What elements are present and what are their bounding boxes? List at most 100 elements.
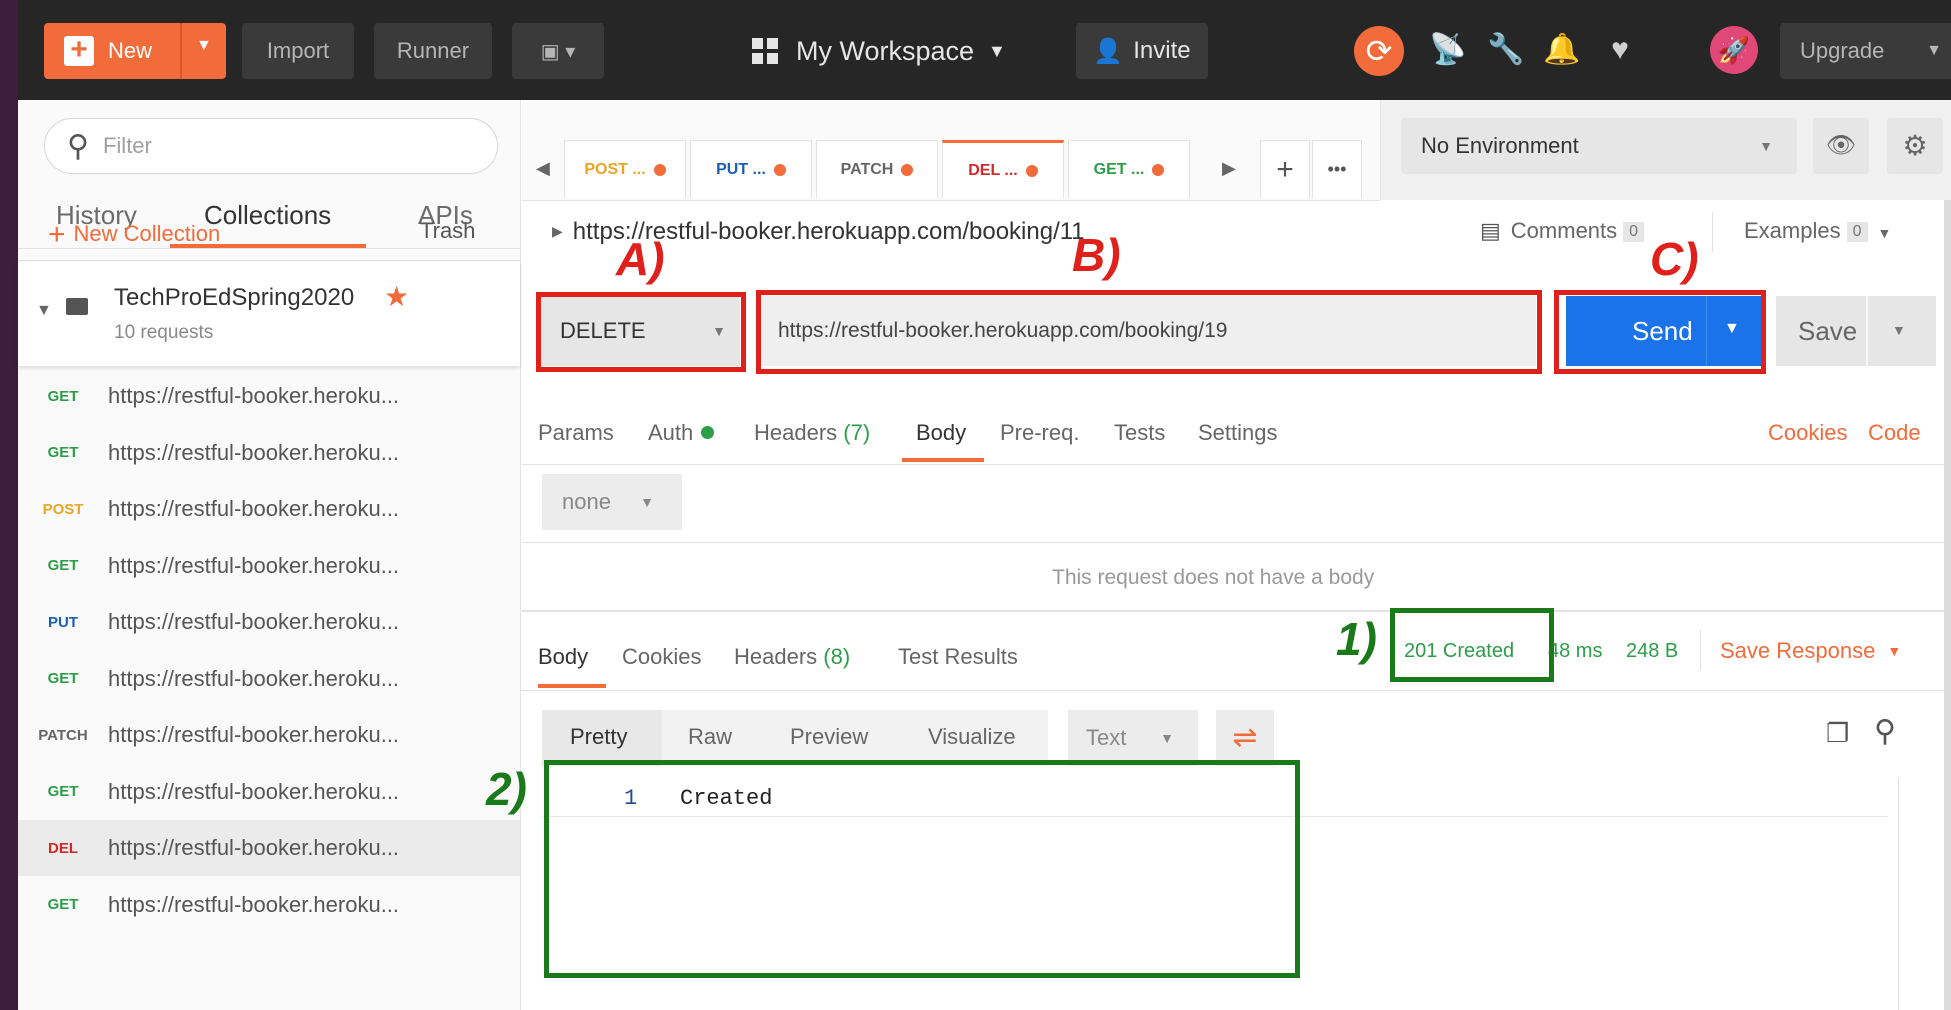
satellite-icon[interactable]: 📡 bbox=[1428, 30, 1468, 70]
heart-icon[interactable]: ♥ bbox=[1600, 30, 1640, 70]
star-icon[interactable]: ★ bbox=[384, 280, 409, 313]
body-type-label: none bbox=[562, 489, 611, 514]
sidebar-request-item[interactable]: GET https://restful-booker.heroku... bbox=[18, 651, 520, 707]
tab-settings[interactable]: Settings bbox=[1198, 420, 1278, 446]
response-tab-headers[interactable]: Headers (8) bbox=[734, 644, 850, 670]
scrollbar[interactable] bbox=[1944, 200, 1951, 1010]
caret-right-icon: ▶ bbox=[552, 223, 563, 239]
tab-put-request[interactable]: PUT ... bbox=[690, 140, 812, 198]
wrap-lines-icon[interactable]: ⇌ bbox=[1216, 710, 1274, 766]
request-method-badge: DEL bbox=[48, 839, 78, 857]
tab-post-request[interactable]: POST ... bbox=[564, 140, 686, 198]
scroll-left-icon[interactable]: ◀ bbox=[536, 158, 550, 179]
environment-select[interactable]: No Environment ▼ bbox=[1401, 118, 1797, 174]
headers-label: Headers bbox=[754, 420, 838, 445]
sidebar-request-item[interactable]: GET https://restful-booker.heroku... bbox=[18, 368, 520, 424]
sidebar-request-item[interactable]: DEL https://restful-booker.heroku... bbox=[18, 820, 520, 876]
code-link[interactable]: Code bbox=[1868, 420, 1921, 446]
response-size[interactable]: 248 B bbox=[1626, 640, 1678, 663]
search-icon[interactable]: ⚲ bbox=[1874, 714, 1896, 749]
tab-delete-request[interactable]: DEL ... bbox=[942, 140, 1064, 198]
sidebar-request-item[interactable]: PATCH https://restful-booker.heroku... bbox=[18, 707, 520, 763]
active-tab-indicator bbox=[538, 684, 606, 688]
comment-icon: ▤ bbox=[1480, 218, 1501, 243]
format-tabs: Pretty Raw Preview Visualize bbox=[542, 710, 1048, 766]
tab-auth[interactable]: Auth bbox=[648, 420, 715, 446]
environment-label: No Environment bbox=[1421, 133, 1579, 158]
tab-tests[interactable]: Tests bbox=[1114, 420, 1165, 446]
response-time[interactable]: 48 ms bbox=[1548, 640, 1602, 663]
tab-body[interactable]: Body bbox=[916, 420, 966, 446]
request-tab-strip: ◀ POST ... PUT ... PATCH DEL ... GET ...… bbox=[522, 100, 1380, 201]
request-url: https://restful-booker.heroku... bbox=[108, 722, 400, 747]
sidebar-request-item[interactable]: GET https://restful-booker.heroku... bbox=[18, 538, 520, 594]
divider bbox=[1712, 212, 1713, 252]
upgrade-button[interactable]: Upgrade ▼ bbox=[1780, 23, 1951, 79]
response-tab-test-results[interactable]: Test Results bbox=[898, 644, 1018, 670]
sidebar-request-item[interactable]: GET https://restful-booker.heroku... bbox=[18, 764, 520, 820]
request-method-badge: GET bbox=[47, 557, 79, 574]
pane-divider[interactable] bbox=[522, 610, 1951, 612]
tab-patch-request[interactable]: PATCH bbox=[816, 140, 938, 198]
new-collection-button[interactable]: + New Collection bbox=[48, 218, 220, 252]
trash-button[interactable]: Trash bbox=[420, 218, 475, 244]
chevron-down-icon: ▼ bbox=[640, 494, 654, 510]
unsaved-dot bbox=[653, 163, 666, 176]
eye-icon[interactable]: 👁 bbox=[1813, 118, 1869, 174]
tab-params[interactable]: Params bbox=[538, 420, 614, 446]
plus-icon: + bbox=[48, 218, 66, 251]
sync-icon[interactable]: ⟳ bbox=[1354, 26, 1404, 76]
save-response-button[interactable]: Save Response ▼ bbox=[1720, 638, 1901, 664]
sidebar-request-item[interactable]: GET https://restful-booker.heroku... bbox=[18, 877, 520, 933]
sidebar-request-item[interactable]: POST https://restful-booker.heroku... bbox=[18, 481, 520, 537]
wrench-icon[interactable]: 🔧 bbox=[1486, 30, 1526, 70]
examples-button[interactable]: Examples 0 ▼ bbox=[1744, 218, 1891, 244]
caret-down-icon[interactable]: ▼ bbox=[36, 302, 52, 320]
tab-label: GET ... bbox=[1093, 160, 1145, 178]
sidebar-request-item[interactable]: PUT https://restful-booker.heroku... bbox=[18, 594, 520, 650]
format-preview[interactable]: Preview bbox=[790, 724, 868, 750]
more-tabs-button[interactable]: ••• bbox=[1312, 140, 1362, 198]
sidebar-request-item[interactable]: GET https://restful-booker.heroku... bbox=[18, 425, 520, 481]
request-url: https://restful-booker.heroku... bbox=[108, 835, 400, 860]
filter-input[interactable]: ⚲ Filter bbox=[44, 118, 498, 174]
format-raw[interactable]: Raw bbox=[688, 724, 732, 750]
format-visualize[interactable]: Visualize bbox=[928, 724, 1016, 750]
unsaved-dot bbox=[1025, 164, 1038, 177]
request-method-badge: GET bbox=[47, 896, 79, 913]
tab-headers[interactable]: Headers (7) bbox=[754, 420, 870, 446]
rocket-avatar-icon[interactable]: 🚀 bbox=[1710, 26, 1758, 74]
workspace-selector[interactable]: My Workspace ▼ bbox=[752, 27, 1006, 75]
tab-collections[interactable]: Collections bbox=[204, 200, 331, 231]
tab-get-request[interactable]: GET ... bbox=[1068, 140, 1190, 198]
bell-icon[interactable]: 🔔 bbox=[1542, 30, 1582, 70]
gear-icon[interactable]: ⚙ bbox=[1887, 118, 1943, 174]
more-icon: ••• bbox=[1327, 159, 1347, 179]
chevron-down-icon[interactable]: ▼ bbox=[1892, 322, 1906, 338]
examples-count: 0 bbox=[1846, 222, 1868, 242]
scroll-right-icon[interactable]: ▶ bbox=[1222, 158, 1236, 179]
tab-prereq[interactable]: Pre-req. bbox=[1000, 420, 1079, 446]
new-tab-button[interactable]: + bbox=[1260, 140, 1310, 198]
import-button[interactable]: Import bbox=[242, 23, 354, 79]
comments-button[interactable]: ▤ Comments 0 bbox=[1480, 218, 1645, 244]
annotation-label-2: 2) bbox=[486, 763, 527, 815]
chevron-down-icon[interactable]: ▼ bbox=[196, 37, 212, 55]
save-button[interactable]: Save ▼ bbox=[1776, 296, 1936, 366]
response-tab-cookies[interactable]: Cookies bbox=[622, 644, 701, 670]
format-pretty[interactable]: Pretty bbox=[570, 724, 627, 750]
response-tab-body[interactable]: Body bbox=[538, 644, 588, 670]
invite-button[interactable]: 👤 Invite bbox=[1076, 23, 1208, 79]
new-button[interactable]: + New ▼ bbox=[44, 23, 226, 79]
runner-button[interactable]: Runner bbox=[374, 23, 492, 79]
cookies-link[interactable]: Cookies bbox=[1768, 420, 1847, 446]
collection-item[interactable]: ▼ TechProEdSpring2020 ★ 10 requests bbox=[18, 262, 520, 366]
format-type-select[interactable]: Text ▼ bbox=[1068, 710, 1198, 766]
plus-icon: + bbox=[1276, 152, 1294, 186]
new-window-button[interactable]: ▣ ▾ bbox=[512, 23, 604, 79]
request-url: https://restful-booker.heroku... bbox=[108, 552, 400, 578]
unsaved-dot bbox=[901, 163, 914, 176]
request-url: https://restful-booker.heroku... bbox=[108, 609, 400, 634]
copy-icon[interactable]: ❐ bbox=[1826, 718, 1849, 749]
body-type-select[interactable]: none ▼ bbox=[542, 474, 682, 530]
